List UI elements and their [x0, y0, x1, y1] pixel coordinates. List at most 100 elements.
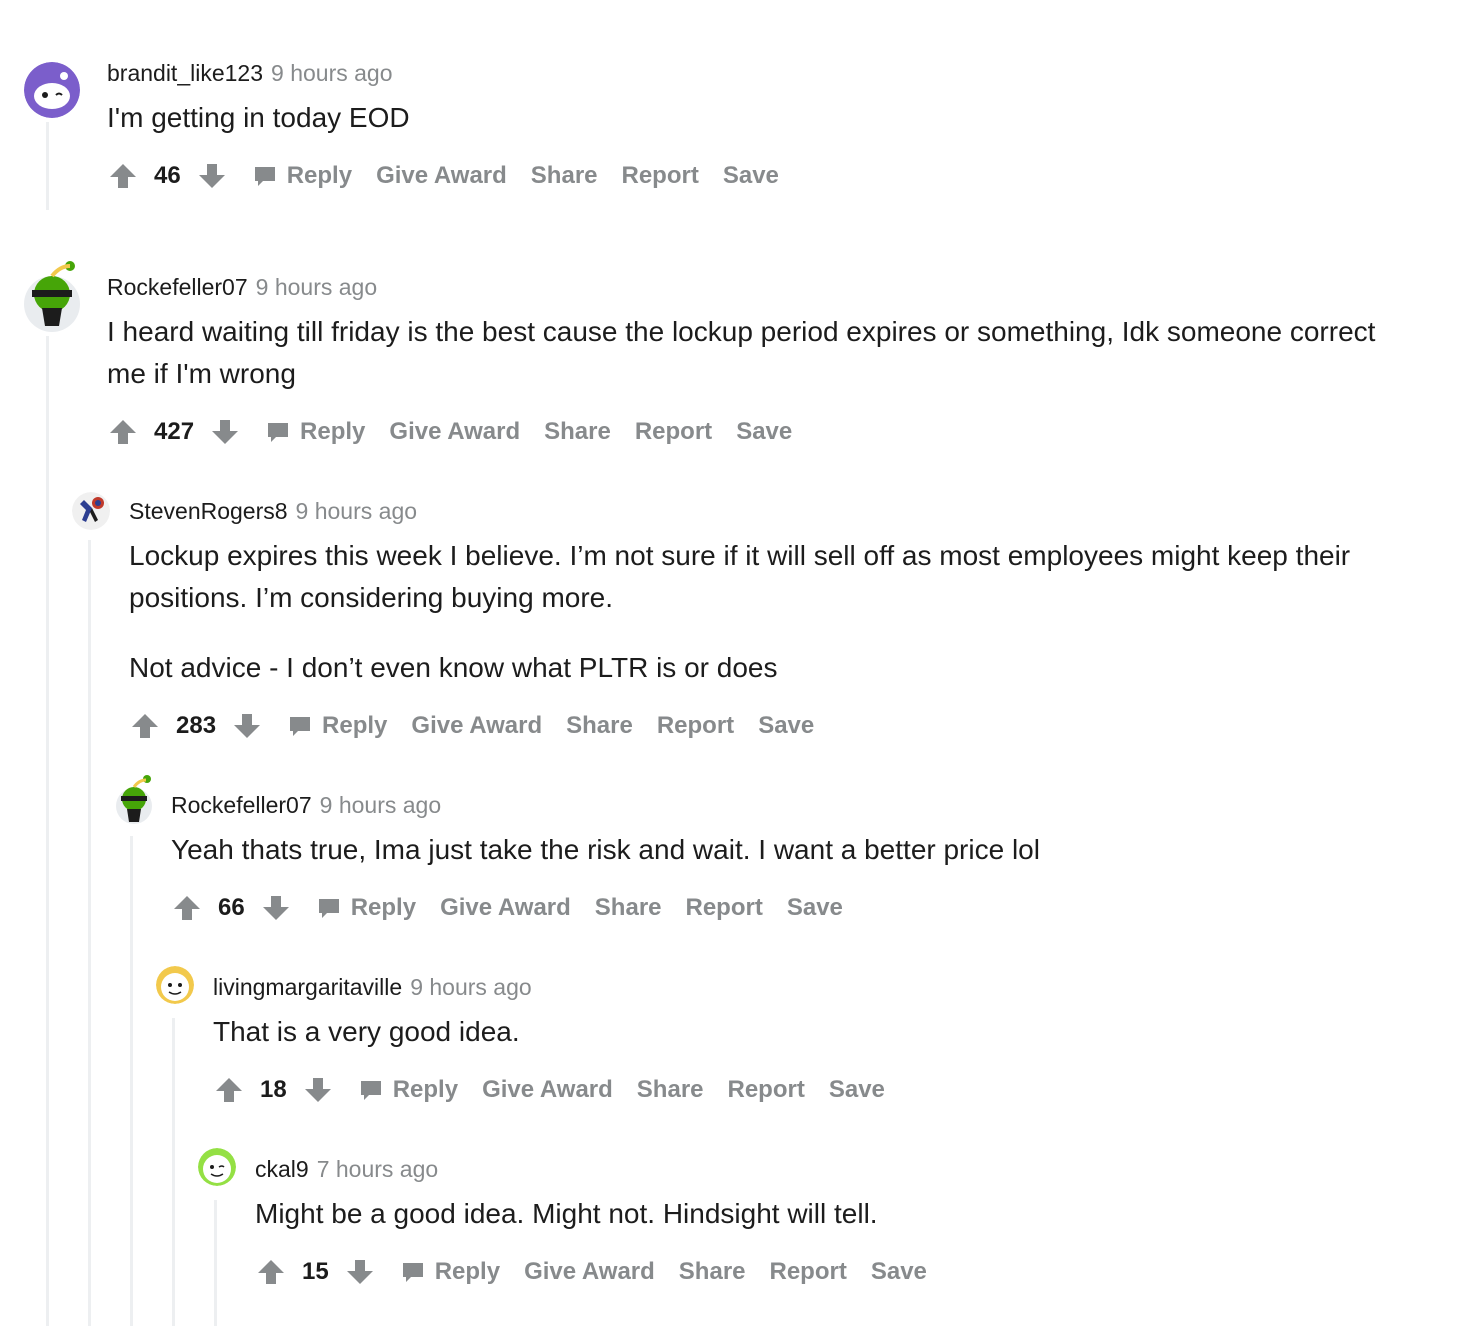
reply-button[interactable]: Reply — [288, 712, 387, 740]
downvote-arrow-icon[interactable] — [261, 893, 291, 923]
comment-paragraph: Not advice - I don’t even know what PLTR… — [129, 652, 778, 683]
vote-score: 18 — [260, 1076, 287, 1103]
downvote-arrow-icon[interactable] — [210, 417, 240, 447]
speech-bubble-icon — [402, 1263, 423, 1282]
reply-button[interactable]: Reply — [317, 894, 416, 922]
downvote-arrow-icon[interactable] — [197, 161, 227, 191]
upvote-arrow-icon[interactable] — [172, 893, 202, 923]
reply-button[interactable]: Reply — [253, 162, 352, 190]
give-award-button[interactable]: Give Award — [482, 1076, 613, 1104]
speech-bubble-icon — [290, 717, 311, 736]
reply-button[interactable]: Reply — [401, 1258, 500, 1286]
username[interactable]: Rockefeller07 — [107, 274, 248, 300]
downvote-arrow-icon[interactable] — [303, 1075, 333, 1105]
avatar[interactable] — [156, 966, 194, 1004]
speech-bubble-icon — [318, 899, 339, 918]
comment-body: That is a very good idea. — [213, 1011, 1393, 1053]
reply-label: Reply — [300, 418, 366, 445]
timestamp[interactable]: 9 hours ago — [410, 974, 531, 1000]
thread-line[interactable] — [46, 336, 49, 1326]
vote-score: 427 — [154, 418, 195, 445]
give-award-button[interactable]: Give Award — [376, 162, 507, 190]
comment-actions: 427 Reply Give Award Share Report Save — [108, 412, 792, 452]
downvote-arrow-icon[interactable] — [232, 711, 262, 741]
comment-actions: 15 Reply Give Award Share Report Save — [256, 1252, 927, 1292]
username[interactable]: livingmargaritaville — [213, 974, 402, 1000]
speech-bubble-icon — [254, 167, 275, 186]
vote-score: 66 — [218, 894, 245, 921]
speech-bubble-icon — [268, 423, 289, 442]
save-button[interactable]: Save — [723, 162, 779, 190]
save-button[interactable]: Save — [736, 418, 792, 446]
username[interactable]: ckal9 — [255, 1156, 309, 1182]
save-button[interactable]: Save — [829, 1076, 885, 1104]
report-button[interactable]: Report — [770, 1258, 847, 1286]
avatar[interactable] — [198, 1148, 236, 1186]
report-button[interactable]: Report — [728, 1076, 805, 1104]
share-button[interactable]: Share — [679, 1258, 746, 1286]
thread-line[interactable] — [214, 1200, 217, 1326]
comment-body: I'm getting in today EOD — [107, 97, 1407, 139]
share-button[interactable]: Share — [566, 712, 633, 740]
give-award-button[interactable]: Give Award — [524, 1258, 655, 1286]
share-button[interactable]: Share — [595, 894, 662, 922]
speech-bubble-icon — [360, 1081, 381, 1100]
comment-actions: 46 Reply Give Award Share Report Save — [108, 156, 779, 196]
timestamp[interactable]: 9 hours ago — [296, 498, 417, 524]
reply-label: Reply — [392, 1076, 459, 1103]
thread-line[interactable] — [88, 540, 91, 1326]
report-button[interactable]: Report — [622, 162, 699, 190]
comment-body: Lockup expires this week I believe. I’m … — [129, 535, 1389, 689]
report-button[interactable]: Report — [657, 712, 734, 740]
timestamp[interactable]: 9 hours ago — [256, 274, 377, 300]
vote-score: 46 — [154, 162, 181, 189]
comment-paragraph: Might be a good idea. Might not. Hindsig… — [255, 1198, 878, 1229]
comment-paragraph: I heard waiting till friday is the best … — [107, 316, 1376, 389]
share-button[interactable]: Share — [531, 162, 598, 190]
share-button[interactable]: Share — [544, 418, 611, 446]
share-button[interactable]: Share — [637, 1076, 704, 1104]
timestamp[interactable]: 9 hours ago — [271, 60, 392, 86]
upvote-arrow-icon[interactable] — [214, 1075, 244, 1105]
username[interactable]: Rockefeller07 — [171, 792, 312, 818]
avatar[interactable] — [72, 492, 110, 530]
avatar[interactable] — [24, 62, 80, 118]
reply-label: Reply — [322, 712, 388, 739]
comment-body: Might be a good idea. Might not. Hindsig… — [255, 1193, 1395, 1235]
timestamp[interactable]: 7 hours ago — [317, 1156, 438, 1182]
upvote-arrow-icon[interactable] — [130, 711, 160, 741]
upvote-arrow-icon[interactable] — [108, 161, 138, 191]
username[interactable]: StevenRogers8 — [129, 498, 288, 524]
save-button[interactable]: Save — [758, 712, 814, 740]
timestamp[interactable]: 9 hours ago — [320, 792, 441, 818]
comment-actions: 66 Reply Give Award Share Report Save — [172, 888, 843, 928]
comment-body: Yeah thats true, Ima just take the risk … — [171, 829, 1391, 871]
report-button[interactable]: Report — [686, 894, 763, 922]
comment-paragraph: Yeah thats true, Ima just take the risk … — [171, 834, 1040, 865]
vote-score: 15 — [302, 1258, 329, 1285]
report-button[interactable]: Report — [635, 418, 712, 446]
thread-line[interactable] — [172, 1018, 175, 1326]
give-award-button[interactable]: Give Award — [440, 894, 571, 922]
give-award-button[interactable]: Give Award — [389, 418, 520, 446]
downvote-arrow-icon[interactable] — [345, 1257, 375, 1287]
save-button[interactable]: Save — [871, 1258, 927, 1286]
reply-button[interactable]: Reply — [359, 1076, 458, 1104]
reply-label: Reply — [286, 162, 353, 189]
comment-paragraph: That is a very good idea. — [213, 1016, 520, 1047]
avatar[interactable] — [22, 258, 82, 332]
give-award-button[interactable]: Give Award — [411, 712, 542, 740]
comment-body: I heard waiting till friday is the best … — [107, 311, 1407, 395]
comment-paragraph: I'm getting in today EOD — [107, 102, 410, 133]
username[interactable]: brandit_like123 — [107, 60, 263, 86]
thread-line[interactable] — [130, 836, 133, 1326]
comment-actions: 283 Reply Give Award Share Report Save — [130, 706, 814, 746]
upvote-arrow-icon[interactable] — [256, 1257, 286, 1287]
comment-paragraph: Lockup expires this week I believe. I’m … — [129, 540, 1351, 613]
thread-line[interactable] — [46, 122, 49, 210]
save-button[interactable]: Save — [787, 894, 843, 922]
avatar[interactable] — [114, 774, 154, 824]
reply-button[interactable]: Reply — [266, 418, 365, 446]
vote-score: 283 — [176, 712, 217, 739]
upvote-arrow-icon[interactable] — [108, 417, 138, 447]
